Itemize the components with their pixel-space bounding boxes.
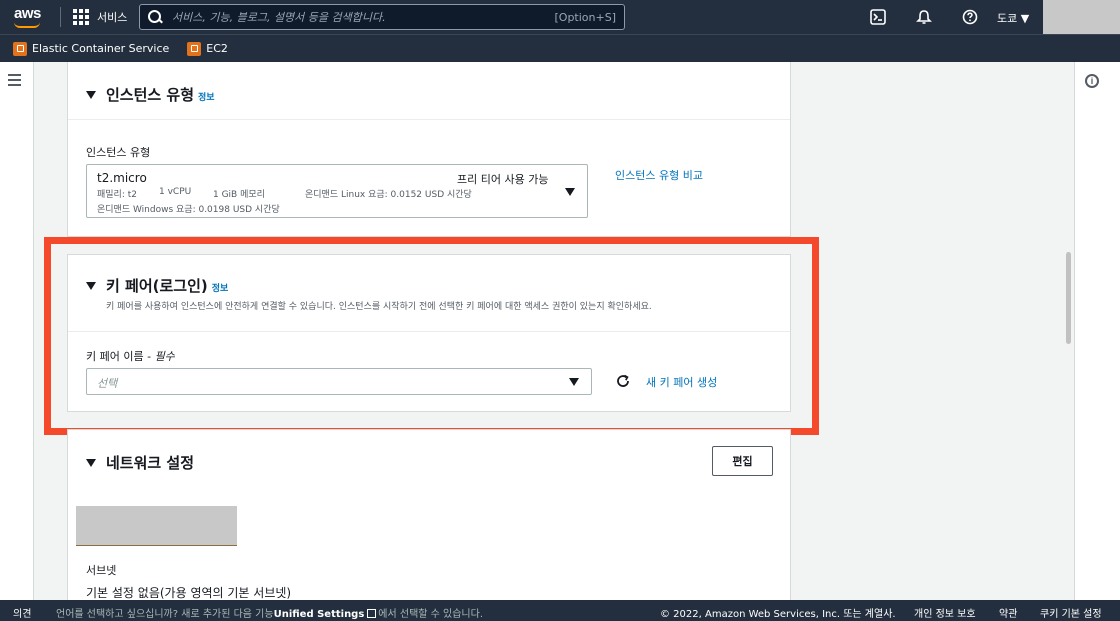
top-utility-icons bbox=[855, 0, 993, 34]
favorite-ec2[interactable]: EC2 bbox=[187, 41, 228, 56]
instance-type-field-label: 인스턴스 유형 bbox=[86, 146, 151, 159]
vertical-scrollbar-thumb[interactable] bbox=[1066, 252, 1071, 344]
collapse-triangle-icon bbox=[86, 90, 96, 99]
instance-type-header[interactable]: 인스턴스 유형 정보 bbox=[86, 84, 215, 105]
language-notice-text: 언어를 선택하고 싶으십니까? 새로 추가된 다음 기능 bbox=[56, 609, 274, 620]
free-tier-label: 프리 티어 사용 가능 bbox=[457, 173, 549, 186]
instance-vcpu: 1 vCPU bbox=[159, 187, 192, 197]
global-search[interactable]: [Option+S] bbox=[139, 4, 625, 30]
search-shortcut-hint: [Option+S] bbox=[554, 10, 617, 24]
language-notice-tail: 에서 선택할 수 있습니다. bbox=[378, 609, 484, 620]
nav-divider bbox=[60, 7, 61, 27]
favorite-label: Elastic Container Service bbox=[32, 42, 170, 55]
cloudshell-button[interactable] bbox=[855, 9, 901, 25]
help-icon bbox=[962, 9, 978, 25]
notifications-button[interactable] bbox=[901, 9, 947, 25]
aws-logo[interactable]: aws bbox=[12, 2, 56, 32]
subnet-value: 기본 설정 없음(가용 영역의 기본 서브넷) bbox=[86, 586, 292, 600]
redacted-image-placeholder bbox=[76, 506, 237, 546]
instance-type-select[interactable]: t2.micro 프리 티어 사용 가능 패밀리: t2 1 vCPU 1 Gi… bbox=[86, 164, 588, 218]
collapse-triangle-icon bbox=[86, 458, 96, 467]
unified-settings-link[interactable]: Unified Settings bbox=[274, 609, 365, 620]
info-link[interactable]: 정보 bbox=[198, 90, 215, 103]
region-label: 도쿄 bbox=[997, 12, 1018, 25]
aws-logo-text: aws bbox=[14, 5, 41, 22]
favorite-label: EC2 bbox=[206, 42, 228, 55]
dropdown-caret-icon bbox=[565, 188, 575, 196]
highlight-box bbox=[44, 237, 819, 435]
subnet-label: 서브넷 bbox=[86, 564, 117, 577]
right-tools-rail: i bbox=[1074, 62, 1120, 600]
instance-type-value: t2.micro bbox=[97, 171, 147, 185]
hamburger-menu-icon[interactable] bbox=[8, 74, 21, 89]
notifications-bell-icon bbox=[916, 10, 932, 24]
section-divider bbox=[68, 119, 790, 120]
search-icon bbox=[148, 10, 162, 24]
info-panel-icon[interactable]: i bbox=[1085, 74, 1099, 88]
cloudshell-icon bbox=[870, 9, 886, 25]
instance-memory: 1 GiB 메모리 bbox=[213, 190, 265, 200]
windows-price: 온디맨드 Windows 요금: 0.0198 USD 시간당 bbox=[97, 205, 280, 215]
left-navigation-rail bbox=[0, 62, 34, 600]
help-button[interactable] bbox=[947, 9, 993, 25]
external-link-icon bbox=[367, 609, 377, 618]
edit-network-button[interactable]: 편집 bbox=[712, 446, 773, 476]
caret-down-icon: ▼ bbox=[1020, 12, 1030, 25]
compare-instance-types-link[interactable]: 인스턴스 유형 비교 bbox=[615, 167, 703, 183]
aws-smile-icon bbox=[14, 22, 40, 28]
instance-type-panel: 인스턴스 유형 정보 인스턴스 유형 t2.micro 프리 티어 사용 가능 … bbox=[67, 62, 791, 237]
ecs-icon bbox=[13, 41, 27, 56]
section-title: 네트워크 설정 bbox=[106, 454, 195, 472]
region-selector[interactable]: 도쿄 ▼ bbox=[997, 10, 1029, 26]
favorite-ecs[interactable]: Elastic Container Service bbox=[13, 41, 170, 56]
section-title: 인스턴스 유형 bbox=[106, 86, 195, 104]
copyright: © 2022, Amazon Web Services, Inc. 또는 계열사… bbox=[660, 609, 896, 620]
linux-price: 온디맨드 Linux 요금: 0.0152 USD 시간당 bbox=[305, 190, 472, 200]
services-menu-button[interactable]: 서비스 bbox=[73, 9, 127, 25]
terms-link[interactable]: 약관 bbox=[999, 605, 1017, 620]
footer: 의견 언어를 선택하고 싶으십니까? 새로 추가된 다음 기능Unified S… bbox=[0, 600, 1120, 621]
instance-family: 패밀리: t2 bbox=[97, 190, 137, 200]
network-settings-header[interactable]: 네트워크 설정 bbox=[86, 452, 194, 473]
language-notice: 언어를 선택하고 싶으십니까? 새로 추가된 다음 기능Unified Sett… bbox=[56, 605, 483, 620]
cookie-preferences-link[interactable]: 쿠키 기본 설정 bbox=[1040, 605, 1102, 620]
feedback-link[interactable]: 의견 bbox=[13, 605, 31, 620]
privacy-link[interactable]: 개인 정보 보호 bbox=[914, 605, 976, 620]
services-label: 서비스 bbox=[97, 11, 128, 24]
search-input[interactable] bbox=[172, 10, 532, 24]
grid-menu-icon bbox=[73, 9, 89, 25]
favorites-bar: Elastic Container Service EC2 bbox=[0, 34, 1120, 62]
ec2-icon bbox=[187, 41, 202, 56]
